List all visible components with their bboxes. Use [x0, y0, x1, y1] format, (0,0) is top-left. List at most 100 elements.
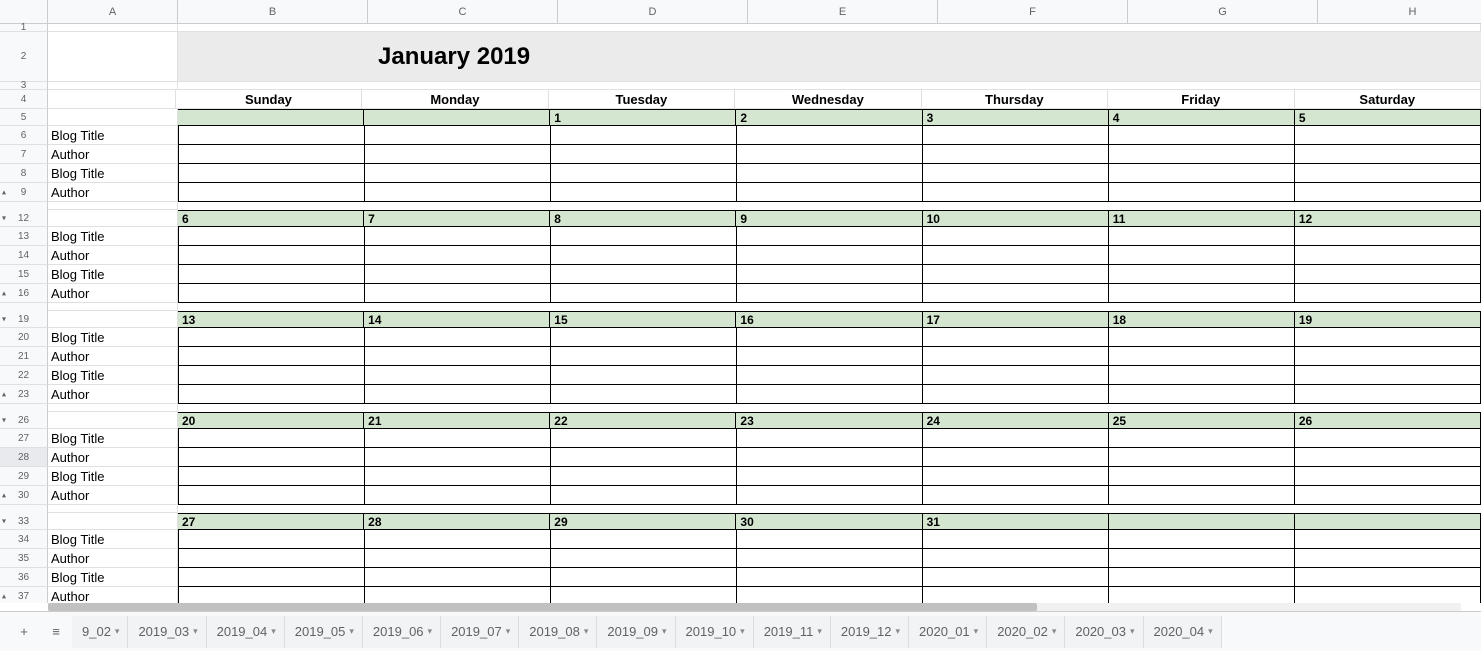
- tab-dropdown-icon[interactable]: ▾: [1208, 626, 1213, 637]
- date-cell[interactable]: 28: [364, 513, 550, 530]
- calendar-cell[interactable]: [365, 328, 551, 347]
- calendar-cell[interactable]: [1295, 227, 1481, 246]
- calendar-cell[interactable]: [1109, 467, 1295, 486]
- calendar-cell[interactable]: [365, 486, 551, 505]
- weekday-header[interactable]: Friday: [1108, 90, 1294, 109]
- sheet-tab[interactable]: 2019_04▾: [207, 616, 285, 648]
- row-label[interactable]: Blog Title: [48, 429, 178, 448]
- calendar-cell[interactable]: [923, 145, 1109, 164]
- calendar-cell[interactable]: [178, 549, 365, 568]
- calendar-cell[interactable]: [1109, 486, 1295, 505]
- calendar-cell[interactable]: [551, 587, 737, 603]
- date-cell[interactable]: 5: [1295, 109, 1481, 126]
- row-header-1[interactable]: 1: [0, 24, 48, 32]
- calendar-cell[interactable]: [1295, 328, 1481, 347]
- col-header-E[interactable]: E: [748, 0, 938, 24]
- calendar-cell[interactable]: [1109, 164, 1295, 183]
- calendar-cell[interactable]: [923, 183, 1109, 202]
- calendar-cell[interactable]: [1295, 385, 1481, 404]
- calendar-cell[interactable]: [737, 145, 923, 164]
- row-label[interactable]: Author: [48, 448, 178, 467]
- calendar-cell[interactable]: [178, 284, 365, 303]
- select-all-corner[interactable]: [0, 0, 48, 24]
- calendar-cell[interactable]: [737, 486, 923, 505]
- calendar-cell[interactable]: [1295, 486, 1481, 505]
- calendar-cell[interactable]: [1295, 246, 1481, 265]
- row-label[interactable]: Blog Title: [48, 568, 178, 587]
- date-cell[interactable]: 27: [178, 513, 364, 530]
- calendar-cell[interactable]: [178, 385, 365, 404]
- col-header-B[interactable]: B: [178, 0, 368, 24]
- calendar-cell[interactable]: [923, 385, 1109, 404]
- row-header-5[interactable]: 5: [0, 109, 48, 126]
- calendar-cell[interactable]: [365, 347, 551, 366]
- tab-dropdown-icon[interactable]: ▾: [584, 626, 589, 637]
- calendar-cell[interactable]: [551, 530, 737, 549]
- sheet-tab[interactable]: 2019_11▾: [754, 616, 831, 648]
- date-cell[interactable]: 3: [923, 109, 1109, 126]
- row-header-21[interactable]: 21: [0, 347, 48, 366]
- scrollbar-thumb[interactable]: [48, 603, 1037, 611]
- date-cell[interactable]: 17: [923, 311, 1109, 328]
- calendar-cell[interactable]: [551, 246, 737, 265]
- calendar-cell[interactable]: [737, 164, 923, 183]
- row-header-13[interactable]: 13: [0, 227, 48, 246]
- row-header-22[interactable]: 22: [0, 366, 48, 385]
- date-cell[interactable]: 21: [364, 412, 550, 429]
- calendar-cell[interactable]: [923, 164, 1109, 183]
- row-label[interactable]: Blog Title: [48, 328, 178, 347]
- date-cell[interactable]: 24: [923, 412, 1109, 429]
- calendar-cell[interactable]: [1109, 183, 1295, 202]
- collapse-up-icon[interactable]: ▴: [2, 587, 6, 604]
- collapse-up-icon[interactable]: ▴: [2, 284, 6, 303]
- calendar-cell[interactable]: [737, 126, 923, 145]
- calendar-cell[interactable]: [1295, 265, 1481, 284]
- sheet-tab[interactable]: 2019_09▾: [597, 616, 675, 648]
- row-header-34[interactable]: 34: [0, 530, 48, 549]
- calendar-cell[interactable]: [737, 246, 923, 265]
- date-cell[interactable]: [364, 109, 550, 126]
- calendar-cell[interactable]: [365, 429, 551, 448]
- calendar-cell[interactable]: [1295, 347, 1481, 366]
- sheet-tab[interactable]: 2019_03▾: [128, 616, 206, 648]
- calendar-cell[interactable]: [365, 467, 551, 486]
- calendar-cell[interactable]: [178, 486, 365, 505]
- calendar-cell[interactable]: [1295, 587, 1481, 603]
- date-cell[interactable]: 11: [1109, 210, 1295, 227]
- row-header-27[interactable]: 27: [0, 429, 48, 448]
- row-header-15[interactable]: 15: [0, 265, 48, 284]
- date-cell[interactable]: [1295, 513, 1481, 530]
- calendar-cell[interactable]: [551, 145, 737, 164]
- tab-dropdown-icon[interactable]: ▾: [896, 626, 901, 637]
- calendar-cell[interactable]: [551, 385, 737, 404]
- date-cell[interactable]: 16: [736, 311, 922, 328]
- row-label[interactable]: Author: [48, 145, 178, 164]
- date-cell[interactable]: 15: [550, 311, 736, 328]
- calendar-cell[interactable]: [1295, 145, 1481, 164]
- col-header-H[interactable]: H: [1318, 0, 1481, 24]
- calendar-cell[interactable]: [551, 467, 737, 486]
- row-header-33[interactable]: ▾33: [0, 513, 48, 530]
- calendar-cell[interactable]: [1109, 366, 1295, 385]
- col-header-D[interactable]: D: [558, 0, 748, 24]
- calendar-cell[interactable]: [1109, 385, 1295, 404]
- calendar-cell[interactable]: [737, 227, 923, 246]
- calendar-cell[interactable]: [737, 328, 923, 347]
- calendar-cell[interactable]: [178, 530, 365, 549]
- calendar-cell[interactable]: [923, 347, 1109, 366]
- add-sheet-button[interactable]: +: [8, 616, 40, 648]
- calendar-cell[interactable]: [923, 530, 1109, 549]
- calendar-cell[interactable]: [923, 429, 1109, 448]
- calendar-cell[interactable]: [178, 164, 365, 183]
- tab-dropdown-icon[interactable]: ▾: [974, 626, 979, 637]
- calendar-cell[interactable]: [1109, 448, 1295, 467]
- calendar-cell[interactable]: [365, 549, 551, 568]
- calendar-cell[interactable]: [923, 486, 1109, 505]
- calendar-cell[interactable]: [1295, 284, 1481, 303]
- calendar-cell[interactable]: [1295, 126, 1481, 145]
- calendar-cell[interactable]: [178, 429, 365, 448]
- date-cell[interactable]: 4: [1109, 109, 1295, 126]
- calendar-cell[interactable]: [178, 227, 365, 246]
- calendar-cell[interactable]: [178, 145, 365, 164]
- date-cell[interactable]: 22: [550, 412, 736, 429]
